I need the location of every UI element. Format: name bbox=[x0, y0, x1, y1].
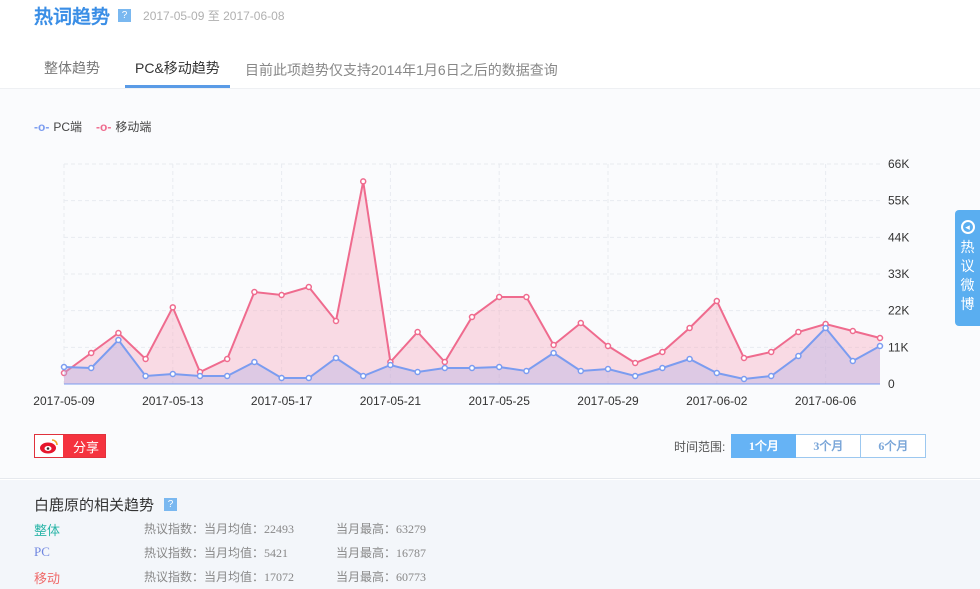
mobile-point bbox=[251, 288, 258, 296]
mobile-point bbox=[169, 304, 177, 311]
mobile-point bbox=[713, 297, 721, 305]
mobile-point bbox=[332, 317, 340, 325]
side-tab-label: 热议微博 bbox=[960, 239, 975, 312]
mobile-point bbox=[468, 313, 476, 321]
pc-point bbox=[631, 372, 639, 380]
pc-point bbox=[795, 352, 802, 360]
pc-point bbox=[223, 372, 231, 380]
mobile-point bbox=[441, 358, 449, 366]
arrow-left-circle-icon: ◂ bbox=[960, 220, 975, 234]
mobile-point bbox=[495, 293, 503, 301]
time-range-label: 时间范围: bbox=[674, 439, 726, 454]
pc-point bbox=[767, 372, 775, 380]
weibo-logo-icon bbox=[35, 435, 63, 457]
pc-point bbox=[659, 364, 666, 372]
pc-point bbox=[495, 363, 503, 371]
mobile-point bbox=[550, 341, 557, 349]
x-tick-label: 2017-05-21 bbox=[360, 394, 422, 408]
mobile-point bbox=[359, 178, 367, 185]
related-title: 白鹿原的相关趋势 bbox=[34, 497, 155, 514]
pc-point bbox=[441, 364, 449, 372]
pc-point bbox=[60, 363, 68, 371]
mobile-point bbox=[414, 328, 421, 336]
y-tick-label: 55K bbox=[888, 194, 909, 208]
row-max: 当月最高：60773 bbox=[336, 570, 427, 584]
weibo-share-button[interactable]: 分享 bbox=[34, 434, 106, 458]
mobile-point bbox=[523, 293, 530, 301]
pc-point bbox=[577, 367, 585, 375]
mobile-point bbox=[631, 359, 639, 367]
pc-point bbox=[251, 358, 258, 366]
pc-point bbox=[740, 375, 748, 383]
mobile-point bbox=[740, 354, 748, 362]
pc-point bbox=[604, 365, 612, 373]
hot-weibo-side-tab[interactable]: ◂ 热议微博 bbox=[955, 210, 980, 326]
pc-point bbox=[822, 324, 829, 332]
pc-point bbox=[115, 336, 122, 344]
mobile-point bbox=[223, 355, 231, 363]
x-tick-label: 2017-05-13 bbox=[142, 394, 204, 408]
mobile-point bbox=[142, 355, 149, 363]
pc-point bbox=[278, 374, 285, 382]
row-max: 当月最高：16787 bbox=[336, 546, 427, 560]
pc-point bbox=[142, 372, 149, 380]
share-label: 分享 bbox=[73, 439, 100, 455]
pc-point bbox=[196, 372, 204, 380]
mobile-point bbox=[604, 342, 612, 350]
row-max: 当月最高：63279 bbox=[336, 522, 427, 536]
row-avg: 热议指数：当月均值：22493 bbox=[144, 522, 295, 536]
mobile-point bbox=[686, 324, 693, 332]
pc-point bbox=[387, 361, 394, 369]
pc-point bbox=[414, 368, 421, 376]
x-tick-label: 2017-06-02 bbox=[686, 394, 748, 408]
y-tick-label: 44K bbox=[888, 230, 909, 244]
pc-point bbox=[332, 354, 340, 362]
x-tick-label: 2017-06-06 bbox=[795, 394, 857, 408]
pc-point bbox=[713, 369, 721, 377]
pc-point bbox=[550, 349, 557, 357]
row-name: PC bbox=[34, 544, 50, 559]
help-icon[interactable]: ? bbox=[164, 498, 178, 511]
x-tick-label: 2017-05-29 bbox=[577, 394, 639, 408]
y-tick-label: 33K bbox=[888, 267, 909, 281]
trend-chart: 0 11K 22K 33K 44K 55K 66K 2017-05-09 2017-05-13 2… bbox=[33, 157, 909, 408]
pc-point bbox=[523, 367, 530, 375]
x-tick-label: 2017-05-17 bbox=[251, 394, 313, 408]
y-tick-label: 66K bbox=[888, 157, 909, 171]
x-tick-label: 2017-05-09 bbox=[33, 394, 95, 408]
pc-point bbox=[169, 370, 177, 378]
mobile-point bbox=[849, 327, 857, 335]
mobile-point bbox=[876, 334, 884, 342]
row-name: 整体 bbox=[34, 523, 61, 538]
mobile-point bbox=[767, 348, 775, 356]
mobile-area bbox=[64, 181, 880, 384]
pc-point bbox=[686, 355, 693, 363]
pc-point bbox=[87, 364, 95, 372]
y-tick-label: 11K bbox=[888, 340, 908, 354]
related-trends: 白鹿原的相关趋势? 整体 热议指数：当月均值：22493 当月最高：63279 PC… bbox=[0, 480, 980, 589]
x-tick-label: 2017-05-25 bbox=[469, 394, 531, 408]
range-1-month[interactable]: 1个月 bbox=[731, 434, 797, 458]
row-avg: 热议指数：当月均值：17072 bbox=[144, 570, 295, 584]
time-range: 时间范围: 1个月 3个月 6个月 bbox=[674, 434, 927, 458]
row-name: 移动 bbox=[34, 571, 61, 586]
pc-point bbox=[468, 364, 476, 372]
pc-point bbox=[305, 374, 313, 382]
mobile-point bbox=[577, 319, 585, 327]
mobile-point bbox=[87, 349, 95, 357]
pc-point bbox=[849, 357, 857, 365]
range-3-months[interactable]: 3个月 bbox=[796, 434, 862, 458]
row-avg: 热议指数：当月均值：5421 bbox=[144, 546, 289, 560]
y-tick-label: 22K bbox=[888, 304, 909, 318]
range-6-months[interactable]: 6个月 bbox=[861, 434, 927, 458]
mobile-point bbox=[115, 329, 122, 337]
mobile-point bbox=[278, 291, 285, 299]
pc-point bbox=[876, 342, 884, 350]
mobile-point bbox=[795, 328, 802, 336]
mobile-point bbox=[305, 283, 313, 291]
y-tick-label: 0 bbox=[888, 377, 895, 391]
mobile-point bbox=[659, 348, 666, 356]
related-title-row: 白鹿原的相关趋势? bbox=[34, 494, 178, 515]
pc-point bbox=[359, 372, 367, 380]
